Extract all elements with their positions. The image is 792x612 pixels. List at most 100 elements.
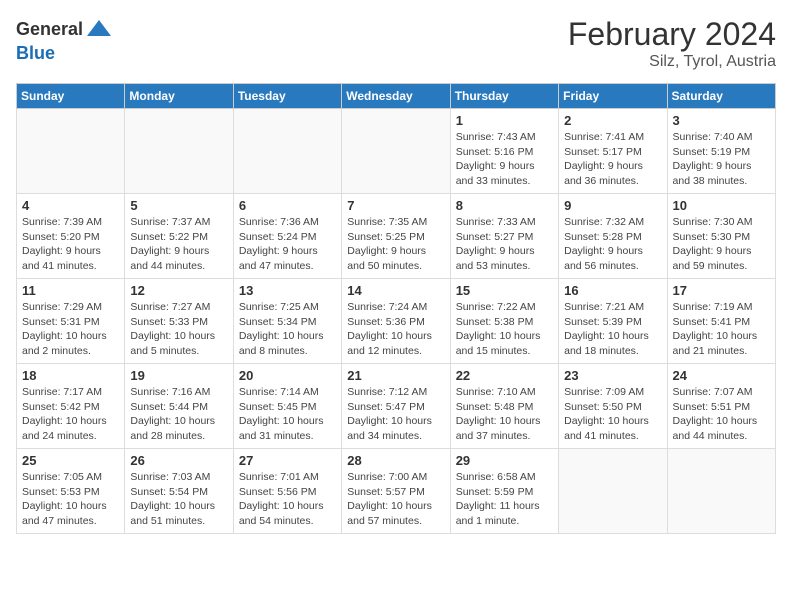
calendar-cell: 18 Sunrise: 7:17 AM Sunset: 5:42 PM Dayli… <box>17 364 125 449</box>
day-info: Sunrise: 7:32 AM Sunset: 5:28 PM Dayligh… <box>564 215 661 274</box>
calendar-cell: 24 Sunrise: 7:07 AM Sunset: 5:51 PM Dayli… <box>667 364 775 449</box>
calendar-cell: 1 Sunrise: 7:43 AM Sunset: 5:16 PM Daylig… <box>450 109 558 194</box>
day-of-week-header: Sunday <box>17 84 125 109</box>
calendar-cell: 6 Sunrise: 7:36 AM Sunset: 5:24 PM Daylig… <box>233 194 341 279</box>
day-info: Sunrise: 7:01 AM Sunset: 5:56 PM Dayligh… <box>239 470 336 529</box>
calendar-cell: 23 Sunrise: 7:09 AM Sunset: 5:50 PM Dayli… <box>559 364 667 449</box>
page-header: General Blue February 2024 Silz, Tyrol, … <box>16 16 776 71</box>
calendar-cell: 26 Sunrise: 7:03 AM Sunset: 5:54 PM Dayli… <box>125 449 233 534</box>
day-of-week-header: Friday <box>559 84 667 109</box>
day-info: Sunrise: 7:09 AM Sunset: 5:50 PM Dayligh… <box>564 385 661 444</box>
logo-general-text: General <box>16 20 83 40</box>
day-number: 1 <box>456 113 553 128</box>
day-info: Sunrise: 7:39 AM Sunset: 5:20 PM Dayligh… <box>22 215 119 274</box>
day-info: Sunrise: 7:43 AM Sunset: 5:16 PM Dayligh… <box>456 130 553 189</box>
calendar-cell: 10 Sunrise: 7:30 AM Sunset: 5:30 PM Dayli… <box>667 194 775 279</box>
day-info: Sunrise: 7:33 AM Sunset: 5:27 PM Dayligh… <box>456 215 553 274</box>
calendar-cell: 7 Sunrise: 7:35 AM Sunset: 5:25 PM Daylig… <box>342 194 450 279</box>
title-block: February 2024 Silz, Tyrol, Austria <box>568 16 776 71</box>
day-number: 8 <box>456 198 553 213</box>
logo-blue-text: Blue <box>16 44 113 64</box>
day-info: Sunrise: 7:16 AM Sunset: 5:44 PM Dayligh… <box>130 385 227 444</box>
day-info: Sunrise: 7:25 AM Sunset: 5:34 PM Dayligh… <box>239 300 336 359</box>
day-of-week-header: Monday <box>125 84 233 109</box>
calendar-cell: 16Sunrise: 7:21 AM Sunset: 5:39 PM Dayli… <box>559 279 667 364</box>
calendar-week-row: 4 Sunrise: 7:39 AM Sunset: 5:20 PM Daylig… <box>17 194 776 279</box>
calendar-cell: 19Sunrise: 7:16 AM Sunset: 5:44 PM Dayli… <box>125 364 233 449</box>
calendar-cell: 14 Sunrise: 7:24 AM Sunset: 5:36 PM Dayli… <box>342 279 450 364</box>
day-info: Sunrise: 7:14 AM Sunset: 5:45 PM Dayligh… <box>239 385 336 444</box>
day-info: Sunrise: 7:24 AM Sunset: 5:36 PM Dayligh… <box>347 300 444 359</box>
day-number: 6 <box>239 198 336 213</box>
day-number: 21 <box>347 368 444 383</box>
calendar-cell: 25 Sunrise: 7:05 AM Sunset: 5:53 PM Dayli… <box>17 449 125 534</box>
day-info: Sunrise: 7:12 AM Sunset: 5:47 PM Dayligh… <box>347 385 444 444</box>
day-of-week-header: Tuesday <box>233 84 341 109</box>
calendar-cell: 2 Sunrise: 7:41 AM Sunset: 5:17 PM Daylig… <box>559 109 667 194</box>
day-number: 29 <box>456 453 553 468</box>
day-info: Sunrise: 7:10 AM Sunset: 5:48 PM Dayligh… <box>456 385 553 444</box>
logo-icon <box>85 16 113 44</box>
day-info: Sunrise: 7:30 AM Sunset: 5:30 PM Dayligh… <box>673 215 770 274</box>
day-number: 9 <box>564 198 661 213</box>
day-info: Sunrise: 7:29 AM Sunset: 5:31 PM Dayligh… <box>22 300 119 359</box>
day-number: 14 <box>347 283 444 298</box>
day-number: 23 <box>564 368 661 383</box>
day-info: Sunrise: 7:40 AM Sunset: 5:19 PM Dayligh… <box>673 130 770 189</box>
calendar-week-row: 1 Sunrise: 7:43 AM Sunset: 5:16 PM Daylig… <box>17 109 776 194</box>
calendar-cell <box>125 109 233 194</box>
day-number: 25 <box>22 453 119 468</box>
day-info: Sunrise: 7:41 AM Sunset: 5:17 PM Dayligh… <box>564 130 661 189</box>
day-number: 28 <box>347 453 444 468</box>
calendar-cell: 11 Sunrise: 7:29 AM Sunset: 5:31 PM Dayli… <box>17 279 125 364</box>
day-number: 4 <box>22 198 119 213</box>
day-info: Sunrise: 7:07 AM Sunset: 5:51 PM Dayligh… <box>673 385 770 444</box>
day-number: 13 <box>239 283 336 298</box>
day-number: 15 <box>456 283 553 298</box>
calendar-cell: 27 Sunrise: 7:01 AM Sunset: 5:56 PM Dayli… <box>233 449 341 534</box>
day-info: Sunrise: 7:35 AM Sunset: 5:25 PM Dayligh… <box>347 215 444 274</box>
calendar-cell: 17 Sunrise: 7:19 AM Sunset: 5:41 PM Dayli… <box>667 279 775 364</box>
calendar-cell: 29Sunrise: 6:58 AM Sunset: 5:59 PM Dayli… <box>450 449 558 534</box>
day-of-week-header: Saturday <box>667 84 775 109</box>
day-number: 26 <box>130 453 227 468</box>
day-number: 12 <box>130 283 227 298</box>
day-info: Sunrise: 7:21 AM Sunset: 5:39 PM Dayligh… <box>564 300 661 359</box>
day-info: Sunrise: 7:00 AM Sunset: 5:57 PM Dayligh… <box>347 470 444 529</box>
day-number: 18 <box>22 368 119 383</box>
calendar-cell: 13 Sunrise: 7:25 AM Sunset: 5:34 PM Dayli… <box>233 279 341 364</box>
calendar-cell <box>233 109 341 194</box>
month-title: February 2024 <box>568 16 776 53</box>
day-number: 27 <box>239 453 336 468</box>
day-info: Sunrise: 7:27 AM Sunset: 5:33 PM Dayligh… <box>130 300 227 359</box>
day-info: Sunrise: 7:03 AM Sunset: 5:54 PM Dayligh… <box>130 470 227 529</box>
day-info: Sunrise: 7:19 AM Sunset: 5:41 PM Dayligh… <box>673 300 770 359</box>
calendar-cell: 9 Sunrise: 7:32 AM Sunset: 5:28 PM Daylig… <box>559 194 667 279</box>
calendar-cell: 8 Sunrise: 7:33 AM Sunset: 5:27 PM Daylig… <box>450 194 558 279</box>
day-info: Sunrise: 7:36 AM Sunset: 5:24 PM Dayligh… <box>239 215 336 274</box>
calendar-cell: 20 Sunrise: 7:14 AM Sunset: 5:45 PM Dayli… <box>233 364 341 449</box>
day-info: Sunrise: 7:22 AM Sunset: 5:38 PM Dayligh… <box>456 300 553 359</box>
day-number: 7 <box>347 198 444 213</box>
calendar-cell: 21 Sunrise: 7:12 AM Sunset: 5:47 PM Dayli… <box>342 364 450 449</box>
calendar-cell <box>559 449 667 534</box>
calendar-header-row: SundayMondayTuesdayWednesdayThursdayFrid… <box>17 84 776 109</box>
calendar-cell: 5Sunrise: 7:37 AM Sunset: 5:22 PM Daylig… <box>125 194 233 279</box>
day-number: 24 <box>673 368 770 383</box>
calendar-cell: 15 Sunrise: 7:22 AM Sunset: 5:38 PM Dayli… <box>450 279 558 364</box>
calendar-cell <box>667 449 775 534</box>
day-info: Sunrise: 7:37 AM Sunset: 5:22 PM Dayligh… <box>130 215 227 274</box>
calendar-cell: 28 Sunrise: 7:00 AM Sunset: 5:57 PM Dayli… <box>342 449 450 534</box>
day-number: 17 <box>673 283 770 298</box>
calendar-cell: 4 Sunrise: 7:39 AM Sunset: 5:20 PM Daylig… <box>17 194 125 279</box>
day-info: Sunrise: 7:05 AM Sunset: 5:53 PM Dayligh… <box>22 470 119 529</box>
day-number: 11 <box>22 283 119 298</box>
day-number: 10 <box>673 198 770 213</box>
calendar-cell: 12 Sunrise: 7:27 AM Sunset: 5:33 PM Dayli… <box>125 279 233 364</box>
day-info: Sunrise: 7:17 AM Sunset: 5:42 PM Dayligh… <box>22 385 119 444</box>
day-number: 20 <box>239 368 336 383</box>
day-number: 3 <box>673 113 770 128</box>
calendar-week-row: 11 Sunrise: 7:29 AM Sunset: 5:31 PM Dayli… <box>17 279 776 364</box>
logo: General Blue <box>16 16 113 64</box>
day-number: 2 <box>564 113 661 128</box>
